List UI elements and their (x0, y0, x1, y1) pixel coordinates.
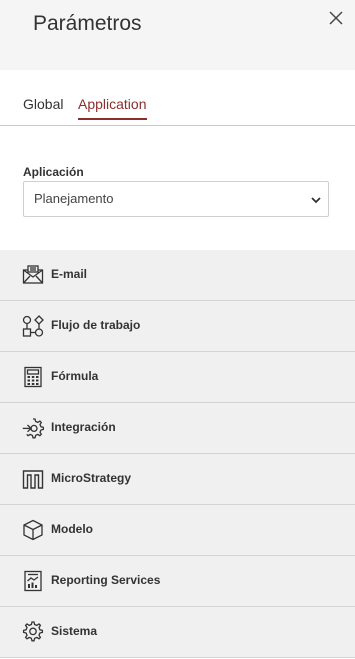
report-chart-icon (22, 570, 44, 592)
menu-item-label: Flujo de trabajo (51, 318, 141, 332)
menu-item-workflow[interactable]: Flujo de trabajo (0, 301, 355, 352)
workflow-icon (22, 315, 44, 337)
menu-item-label: Reporting Services (51, 573, 161, 587)
menu-item-label: E-mail (51, 267, 88, 281)
tab-global[interactable]: Global (23, 96, 63, 118)
menu-item-reporting-services[interactable]: Reporting Services (0, 556, 355, 607)
gear-arrow-icon (22, 417, 44, 439)
menu-item-label: Modelo (51, 522, 93, 536)
tab-application[interactable]: Application (78, 96, 147, 120)
tab-bar: Global Application (0, 70, 355, 126)
close-button[interactable] (327, 9, 345, 27)
menu-item-integration[interactable]: Integración (0, 403, 355, 454)
menu-item-label: Sistema (51, 624, 98, 638)
microstrategy-icon (22, 468, 44, 490)
menu-item-model[interactable]: Modelo (0, 505, 355, 556)
chevron-down-icon (311, 197, 321, 204)
menu-item-label: Fórmula (51, 369, 99, 383)
panel-header: Parámetros (0, 0, 355, 70)
envelope-icon (22, 264, 44, 286)
menu-item-label: MicroStrategy (51, 471, 132, 485)
application-select[interactable]: Planejamento (23, 181, 329, 217)
gear-icon (22, 621, 44, 643)
menu-item-formula[interactable]: Fórmula (0, 352, 355, 403)
settings-menu: E-mail Flujo de trabajo Fórmula Integrac… (0, 250, 355, 658)
close-icon (329, 11, 343, 25)
cube-icon (22, 519, 44, 541)
page-title: Parámetros (33, 12, 142, 35)
application-field-label: Aplicación (23, 165, 84, 179)
calculator-icon (22, 366, 44, 388)
application-select-value: Planejamento (34, 191, 114, 206)
menu-item-system[interactable]: Sistema (0, 607, 355, 658)
menu-item-label: Integración (51, 420, 116, 434)
menu-item-microstrategy[interactable]: MicroStrategy (0, 454, 355, 505)
menu-item-email[interactable]: E-mail (0, 250, 355, 301)
